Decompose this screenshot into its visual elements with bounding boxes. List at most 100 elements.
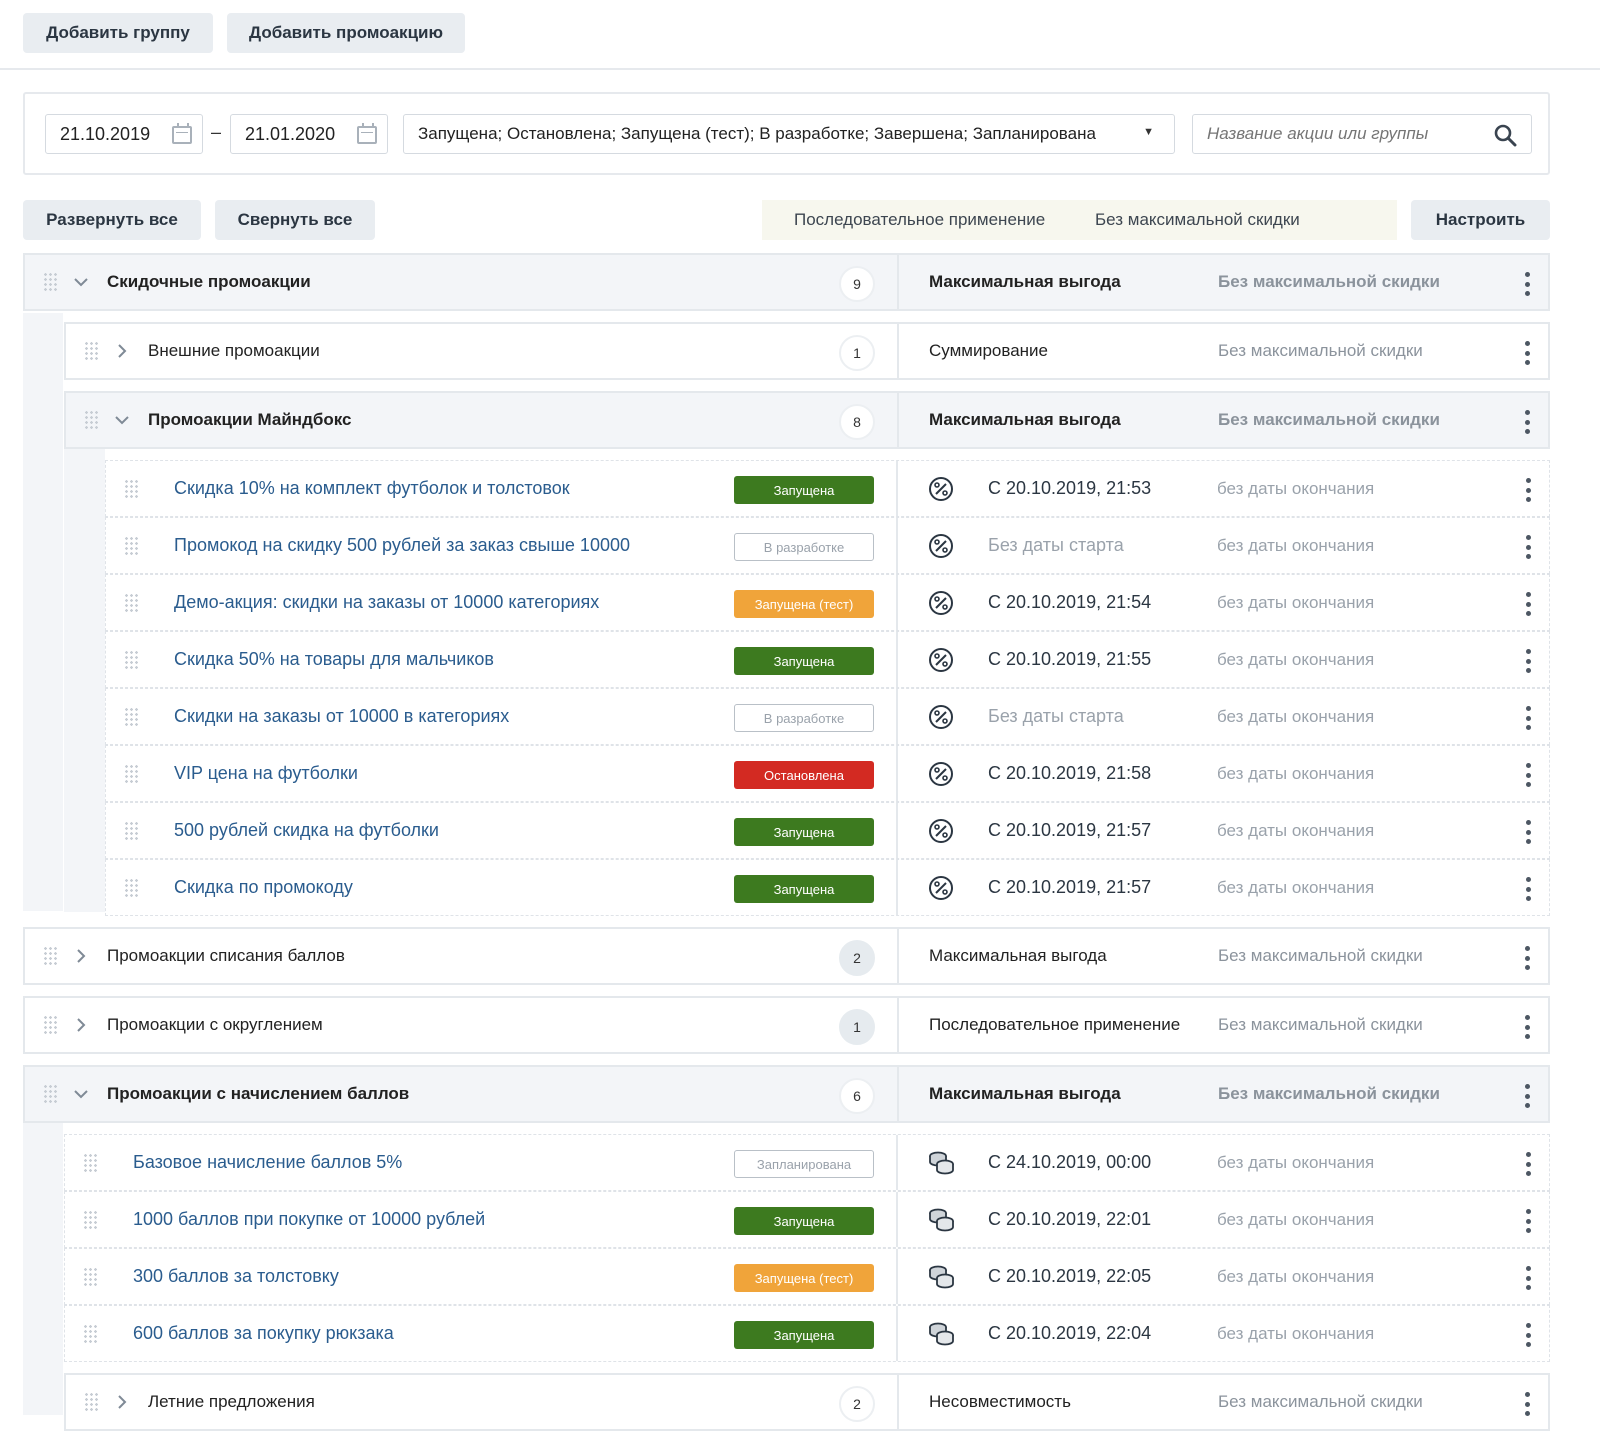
group-row[interactable]: Летние предложения 2 Несовместимость Без ма… bbox=[64, 1373, 1550, 1431]
drag-handle-icon[interactable] bbox=[84, 410, 98, 430]
group-title[interactable]: Промоакции с начислением баллов bbox=[107, 1084, 409, 1104]
kebab-menu-icon[interactable] bbox=[1525, 649, 1531, 673]
promo-row[interactable]: Базовое начисление баллов 5% Запланирован… bbox=[64, 1134, 1550, 1191]
group-title[interactable]: Внешние промоакции bbox=[148, 341, 320, 361]
promo-row[interactable]: Скидка 10% на комплект футболок и толсто… bbox=[105, 460, 1550, 517]
promo-row[interactable]: Скидка по промокоду Запущена С 20.10.2019,… bbox=[105, 859, 1550, 916]
drag-handle-icon[interactable] bbox=[124, 649, 138, 670]
drag-handle-icon[interactable] bbox=[124, 535, 138, 556]
drag-handle-icon[interactable] bbox=[83, 1152, 97, 1173]
promo-title-link[interactable]: Базовое начисление баллов 5% bbox=[133, 1152, 402, 1173]
promo-title-link[interactable]: Скидка 10% на комплект футболок и толсто… bbox=[174, 478, 570, 499]
kebab-menu-icon[interactable] bbox=[1524, 1015, 1530, 1039]
drag-handle-icon[interactable] bbox=[43, 1084, 57, 1104]
group-title[interactable]: Промоакции списания баллов bbox=[107, 946, 345, 966]
kebab-menu-icon[interactable] bbox=[1525, 592, 1531, 616]
kebab-menu-icon[interactable] bbox=[1524, 1392, 1530, 1416]
drag-handle-icon[interactable] bbox=[83, 1323, 97, 1344]
drag-handle-icon[interactable] bbox=[83, 1266, 97, 1287]
collapse-all-button[interactable]: Свернуть все bbox=[215, 200, 375, 240]
kebab-menu-icon[interactable] bbox=[1525, 1152, 1531, 1176]
group-title[interactable]: Промоакции с округлением bbox=[107, 1015, 323, 1035]
promo-row[interactable]: Демо-акция: скидки на заказы от 10000 ка… bbox=[105, 574, 1550, 631]
promo-title-link[interactable]: Скидки на заказы от 10000 в категориях bbox=[174, 706, 509, 727]
drag-handle-icon[interactable] bbox=[124, 820, 138, 841]
kebab-menu-icon[interactable] bbox=[1525, 478, 1531, 502]
kebab-menu-icon[interactable] bbox=[1525, 820, 1531, 844]
drag-handle-icon[interactable] bbox=[124, 763, 138, 784]
calendar-icon[interactable] bbox=[172, 123, 192, 144]
kebab-menu-icon[interactable] bbox=[1524, 946, 1530, 970]
calendar-icon[interactable] bbox=[357, 123, 377, 144]
date-from-input[interactable]: 21.10.2019 bbox=[45, 114, 203, 154]
drag-handle-icon[interactable] bbox=[43, 946, 57, 966]
promo-title-link[interactable]: 300 баллов за толстовку bbox=[133, 1266, 339, 1287]
drag-handle-icon[interactable] bbox=[84, 1392, 98, 1412]
drag-handle-icon[interactable] bbox=[124, 706, 138, 727]
kebab-menu-icon[interactable] bbox=[1525, 1323, 1531, 1347]
kebab-menu-icon[interactable] bbox=[1525, 763, 1531, 787]
search-field[interactable] bbox=[1192, 114, 1532, 154]
kebab-menu-icon[interactable] bbox=[1525, 706, 1531, 730]
promo-title-link[interactable]: Скидка по промокоду bbox=[174, 877, 353, 898]
group-title[interactable]: Промоакции Майндбокс bbox=[148, 410, 352, 430]
drag-handle-icon[interactable] bbox=[124, 478, 138, 499]
promo-name-cell: Демо-акция: скидки на заказы от 10000 ка… bbox=[106, 575, 898, 630]
date-to-input[interactable]: 21.01.2020 bbox=[230, 114, 388, 154]
group-row[interactable]: Промоакции Майндбокс 8 Максимальная выгода… bbox=[64, 391, 1550, 449]
promo-row[interactable]: Скидки на заказы от 10000 в категориях В … bbox=[105, 688, 1550, 745]
kebab-menu-icon[interactable] bbox=[1525, 1266, 1531, 1290]
promo-row[interactable]: 1000 баллов при покупке от 10000 рублей З… bbox=[64, 1191, 1550, 1248]
kebab-menu-icon[interactable] bbox=[1524, 410, 1530, 434]
promo-row[interactable]: Скидка 50% на товары для мальчиков Запуще… bbox=[105, 631, 1550, 688]
promo-title-link[interactable]: Скидка 50% на товары для мальчиков bbox=[174, 649, 494, 670]
group-row[interactable]: Скидочные промоакции 9 Максимальная выгода… bbox=[23, 253, 1550, 311]
chevron-right-icon[interactable] bbox=[112, 341, 132, 361]
promo-title-link[interactable]: 500 рублей скидка на футболки bbox=[174, 820, 439, 841]
promo-title-link[interactable]: 1000 баллов при покупке от 10000 рублей bbox=[133, 1209, 485, 1230]
chevron-right-icon[interactable] bbox=[112, 1392, 132, 1412]
add-promo-button[interactable]: Добавить промоакцию bbox=[227, 13, 465, 53]
group-row[interactable]: Промоакции списания баллов 2 Максимальная … bbox=[23, 927, 1550, 985]
group-title[interactable]: Скидочные промоакции bbox=[107, 272, 311, 292]
promo-row[interactable]: 500 рублей скидка на футболки Запущена С 2… bbox=[105, 802, 1550, 859]
kebab-menu-icon[interactable] bbox=[1524, 341, 1530, 365]
promo-row[interactable]: VIP цена на футболки Остановлена С 20.10.2… bbox=[105, 745, 1550, 802]
group-row[interactable]: Промоакции с округлением 1 Последовательно… bbox=[23, 996, 1550, 1054]
add-group-button[interactable]: Добавить группу bbox=[23, 13, 213, 53]
search-icon[interactable] bbox=[1493, 123, 1517, 147]
kebab-menu-icon[interactable] bbox=[1525, 877, 1531, 901]
drag-handle-icon[interactable] bbox=[43, 1015, 57, 1035]
promo-row[interactable]: 300 баллов за толстовку Запущена (тест) С … bbox=[64, 1248, 1550, 1305]
kebab-menu-icon[interactable] bbox=[1525, 535, 1531, 559]
promo-title-link[interactable]: 600 баллов за покупку рюкзака bbox=[133, 1323, 394, 1344]
promo-row[interactable]: 600 баллов за покупку рюкзака Запущена С 2… bbox=[64, 1305, 1550, 1362]
kebab-menu-icon[interactable] bbox=[1524, 272, 1530, 296]
promo-start-date: Без даты старта bbox=[988, 535, 1124, 555]
promo-title-link[interactable]: Демо-акция: скидки на заказы от 10000 ка… bbox=[174, 592, 599, 613]
status-badge: Запущена bbox=[734, 818, 874, 846]
drag-handle-icon[interactable] bbox=[43, 272, 57, 292]
group-row[interactable]: Внешние промоакции 1 Суммирование Без макси… bbox=[64, 322, 1550, 380]
expand-all-button[interactable]: Развернуть все bbox=[23, 200, 201, 240]
kebab-menu-icon[interactable] bbox=[1525, 1209, 1531, 1233]
configure-button[interactable]: Настроить bbox=[1411, 200, 1550, 240]
chevron-down-icon[interactable] bbox=[71, 1084, 91, 1104]
promo-title-link[interactable]: VIP цена на футболки bbox=[174, 763, 358, 784]
chevron-right-icon[interactable] bbox=[71, 946, 91, 966]
promo-row[interactable]: Промокод на скидку 500 рублей за заказ с… bbox=[105, 517, 1550, 574]
search-input[interactable] bbox=[1207, 124, 1477, 144]
chevron-right-icon[interactable] bbox=[71, 1015, 91, 1035]
promo-title-link[interactable]: Промокод на скидку 500 рублей за заказ с… bbox=[174, 535, 630, 556]
group-title[interactable]: Летние предложения bbox=[148, 1392, 315, 1412]
nesting-track bbox=[23, 1115, 63, 1415]
drag-handle-icon[interactable] bbox=[83, 1209, 97, 1230]
status-select[interactable]: Запущена; Остановлена; Запущена (тест); … bbox=[403, 114, 1175, 154]
chevron-down-icon[interactable] bbox=[112, 410, 132, 430]
chevron-down-icon[interactable] bbox=[71, 272, 91, 292]
group-row[interactable]: Промоакции с начислением баллов 6 Максимал… bbox=[23, 1065, 1550, 1123]
kebab-menu-icon[interactable] bbox=[1524, 1084, 1530, 1108]
drag-handle-icon[interactable] bbox=[84, 341, 98, 361]
drag-handle-icon[interactable] bbox=[124, 592, 138, 613]
drag-handle-icon[interactable] bbox=[124, 877, 138, 898]
